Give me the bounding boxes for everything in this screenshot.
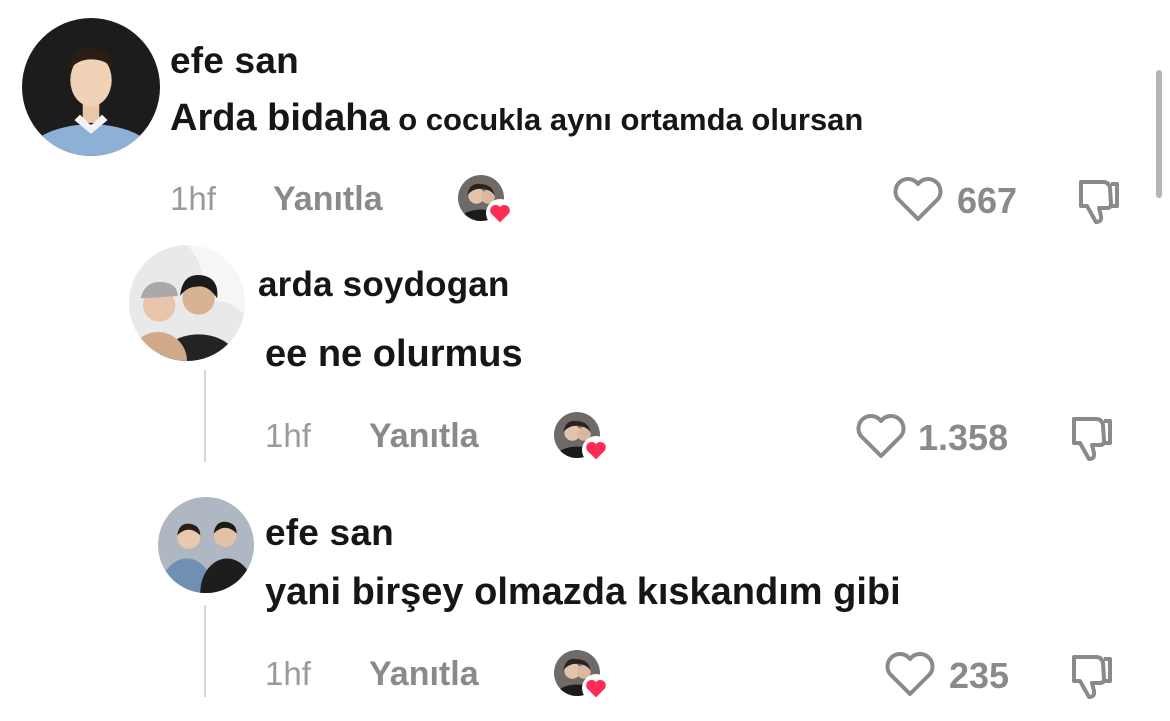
heart-badge-icon	[486, 199, 514, 227]
comment-text: Arda bidaha o cocukla aynı ortamda olurs…	[170, 97, 863, 140]
avatar-arda-soydogan[interactable]	[129, 245, 245, 361]
heart-outline-icon[interactable]	[855, 412, 907, 460]
thumbs-down-icon[interactable]	[1073, 176, 1125, 226]
comment-time: 1hf	[265, 417, 311, 454]
comment-username[interactable]: efe san	[265, 512, 394, 554]
reply-button[interactable]: Yanıtla	[369, 655, 479, 694]
thumbs-down-icon[interactable]	[1066, 651, 1118, 701]
comment-text-rest: o cocukla aynı ortamda olursan	[389, 102, 864, 137]
avatar-efe-san[interactable]	[22, 18, 160, 156]
avatar-efe-san-reply[interactable]	[158, 497, 254, 593]
creator-liked-badge	[554, 412, 610, 464]
scrollbar-thumb[interactable]	[1156, 70, 1162, 198]
comment-text: yani birşey olmazda kıskandım gibi	[265, 571, 901, 613]
thumbs-down-icon[interactable]	[1066, 413, 1118, 463]
heart-outline-icon[interactable]	[892, 175, 944, 223]
creator-liked-badge	[554, 650, 610, 702]
comment-text: ee ne olurmus	[265, 333, 523, 375]
comment-time: 1hf	[170, 180, 216, 217]
thread-line	[204, 605, 206, 697]
comment-username[interactable]: arda soydogan	[258, 265, 510, 305]
heart-badge-icon	[582, 436, 610, 464]
reply-button[interactable]: Yanıtla	[273, 180, 383, 219]
like-count: 235	[949, 655, 1010, 696]
heart-outline-icon[interactable]	[884, 650, 936, 698]
heart-badge-icon	[582, 674, 610, 702]
like-count: 1.358	[918, 417, 1009, 458]
creator-liked-badge	[458, 175, 514, 227]
like-count: 667	[957, 180, 1018, 221]
comment-time: 1hf	[265, 655, 311, 692]
comment-username[interactable]: efe san	[170, 40, 299, 82]
reply-button[interactable]: Yanıtla	[369, 417, 479, 456]
comment-text-main: Arda bidaha	[170, 97, 390, 139]
thread-line	[204, 370, 206, 462]
